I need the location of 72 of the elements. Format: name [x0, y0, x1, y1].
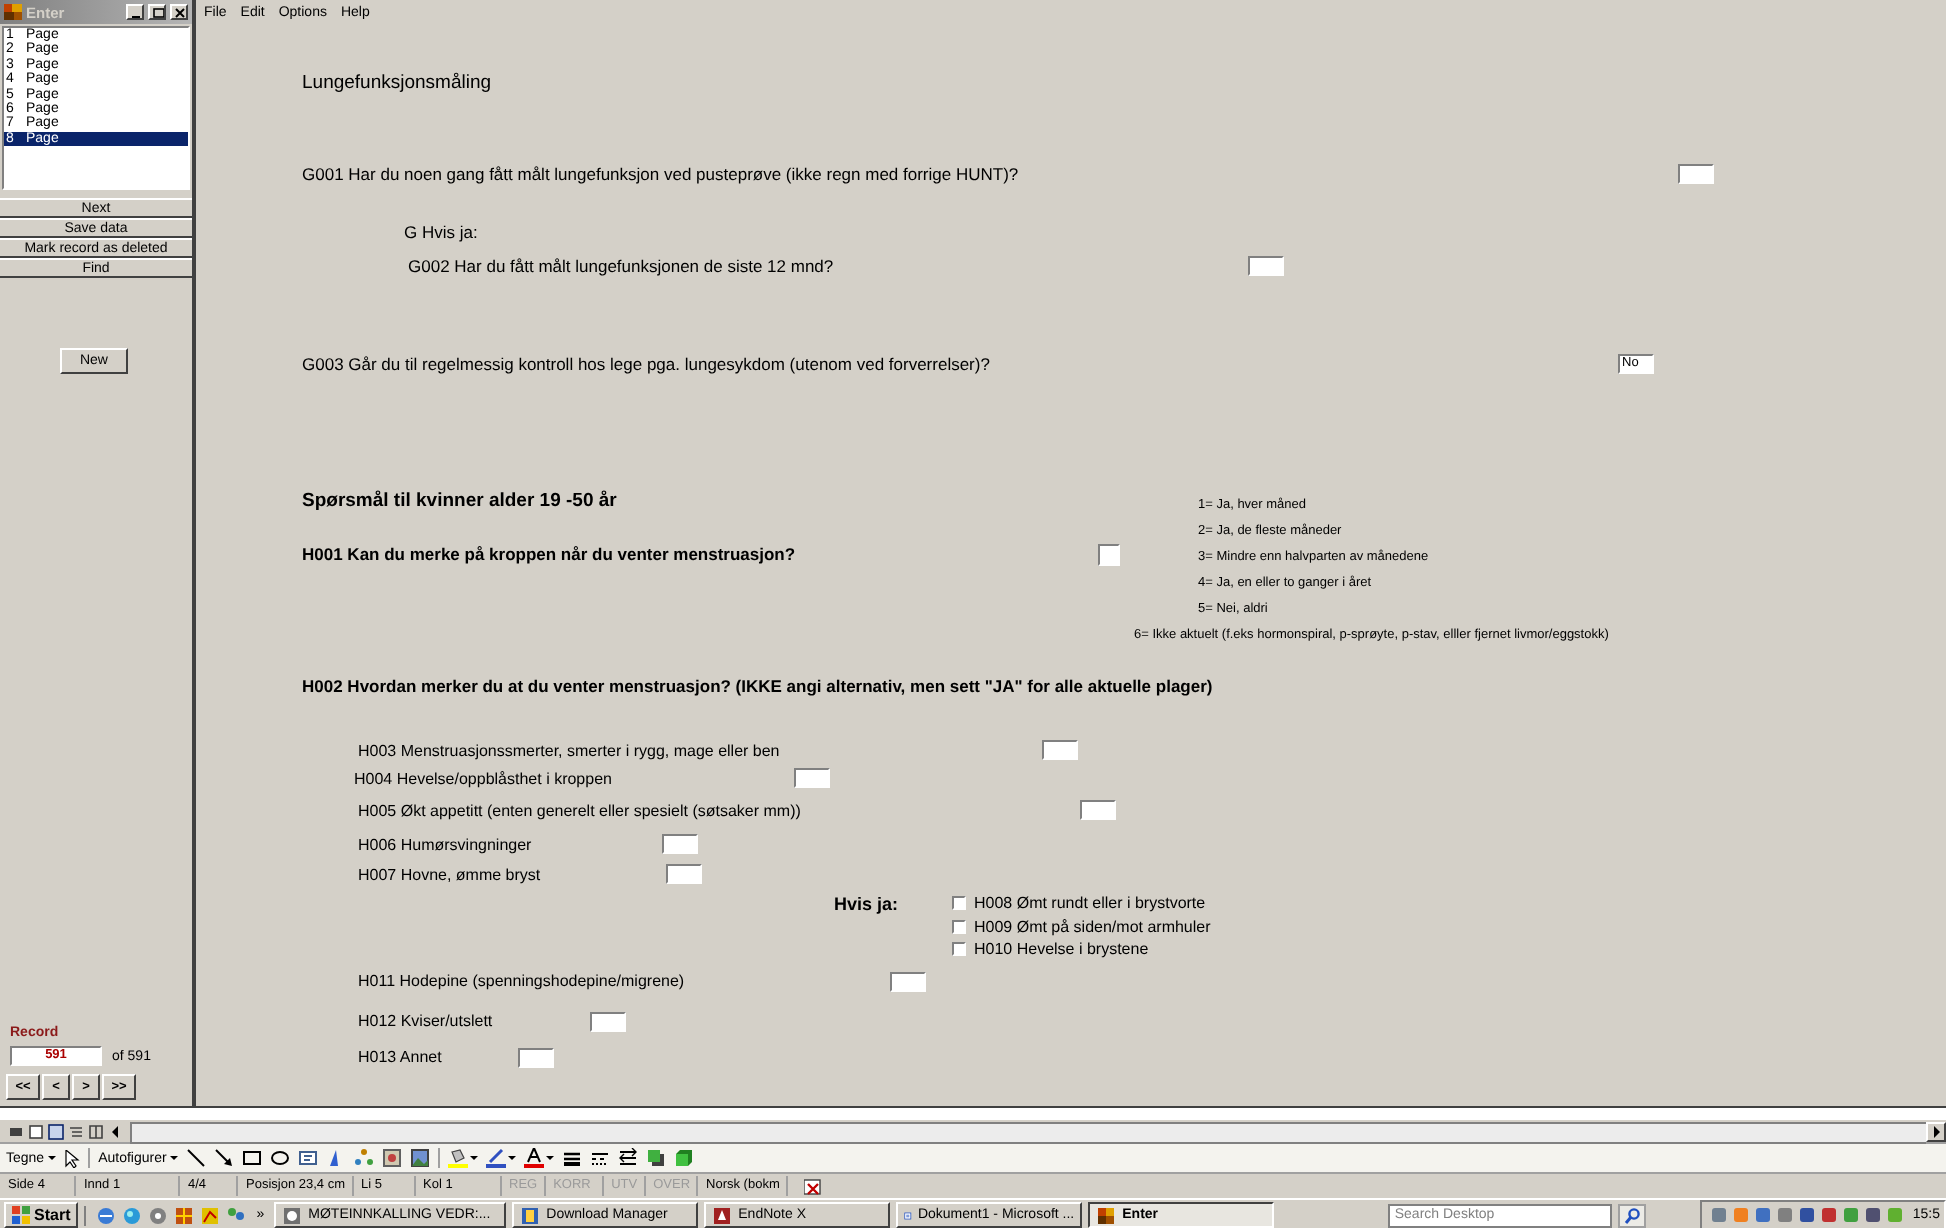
- web-view-icon[interactable]: [28, 1124, 44, 1140]
- checkbox[interactable]: [1098, 543, 1120, 565]
- reading-view-icon[interactable]: [88, 1124, 104, 1140]
- windows-logo-icon: [12, 1206, 30, 1224]
- checkbox-label: H008 Ømt rundt eller i brystvorte: [974, 894, 1206, 913]
- window-icon: [712, 1205, 733, 1225]
- app-icon: [1096, 1205, 1117, 1225]
- input-field[interactable]: [890, 971, 926, 991]
- question-text: H005 Økt appetitt (enten generelt eller spesielt (søtsaker mm)): [358, 801, 803, 819]
- oval-icon[interactable]: [270, 1148, 291, 1168]
- print-view-icon[interactable]: [48, 1124, 64, 1140]
- caret-icon[interactable]: [508, 1156, 517, 1160]
- section-heading: Spørsmål til kvinner alder 19 -50 år: [302, 489, 617, 511]
- caret-icon[interactable]: [546, 1156, 555, 1160]
- input-field[interactable]: [590, 1011, 626, 1031]
- scroll-left-icon[interactable]: [108, 1124, 122, 1140]
- checkbox[interactable]: [952, 896, 966, 911]
- checkbox-label: H010 Hevelse i brystene: [974, 940, 1149, 959]
- clip-art-icon[interactable]: [382, 1148, 403, 1168]
- question-text: H003 Menstruasjonssmerter, smerter i rygg, mage eller ben: [358, 741, 782, 759]
- input-field[interactable]: [666, 864, 702, 884]
- input-field[interactable]: [662, 834, 698, 854]
- question-text: G002 Har du fått målt lungefunksjonen de siste 12 mnd?: [408, 256, 836, 276]
- line-icon[interactable]: [186, 1148, 207, 1168]
- question-text: G001 Har du noen gang fått målt lungefunksjon ved pusteprøve (ikke regn med forrige HUNT)?: [302, 164, 1021, 184]
- question-text: H013 Annet: [358, 1048, 444, 1066]
- search-button[interactable]: [1618, 1203, 1647, 1227]
- line-color-icon[interactable]: [486, 1148, 507, 1168]
- question-label: Hvis ja:: [834, 892, 901, 916]
- caret-icon: [48, 1156, 57, 1160]
- input-field[interactable]: [1678, 164, 1714, 184]
- question-text: H007 Hovne, ømme bryst: [358, 865, 543, 883]
- question-text: H002 Hvordan merker du at du venter menstruasjon? (IKKE angi alternativ, men sett "JA" for alle aktuelle plager): [302, 676, 1213, 696]
- text-box-icon[interactable]: [298, 1148, 319, 1168]
- window-icon: [282, 1205, 303, 1225]
- question-text: H006 Humørsvingninger: [358, 835, 534, 853]
- caret-icon: [170, 1156, 179, 1160]
- caret-icon[interactable]: [470, 1156, 479, 1160]
- scroll-right-icon[interactable]: [1931, 1126, 1941, 1138]
- input-field[interactable]: [518, 1047, 554, 1067]
- dash-style-icon[interactable]: [590, 1148, 611, 1168]
- rectangle-icon[interactable]: [242, 1148, 263, 1168]
- question-label: G Hvis ja:: [404, 222, 478, 242]
- input-field[interactable]: [1248, 256, 1284, 276]
- picture-icon[interactable]: [410, 1148, 431, 1168]
- normal-view-icon[interactable]: [8, 1124, 24, 1140]
- line-style-icon[interactable]: [562, 1148, 583, 1168]
- question-text: H011 Hodepine (spenningshodepine/migrene): [358, 972, 687, 990]
- fill-color-icon[interactable]: [448, 1148, 469, 1168]
- checkbox[interactable]: [952, 919, 966, 934]
- input-field[interactable]: [1042, 740, 1078, 760]
- three-d-icon[interactable]: [674, 1148, 695, 1168]
- diagram-icon[interactable]: [354, 1148, 375, 1168]
- scrollbar[interactable]: [130, 1122, 1926, 1144]
- input-field[interactable]: [1080, 800, 1116, 820]
- question-text: G003 Går du til regelmessig kontroll hos lege pga. lungesykdom (utenom ved forverrelser)?: [302, 354, 992, 374]
- question-text: H001 Kan du merke på kroppen når du venter menstruasjon?: [302, 544, 798, 564]
- start-button[interactable]: Start: [4, 1202, 79, 1228]
- form-title: Lungefunksjonsmåling: [302, 71, 492, 93]
- checkbox-label: H009 Ømt på siden/mot armhuler: [974, 917, 1211, 936]
- pointer-icon[interactable]: [64, 1149, 81, 1167]
- font-color-icon[interactable]: [524, 1148, 545, 1168]
- question-text: H012 Kviser/utslett: [358, 1012, 495, 1030]
- arrow-style-icon[interactable]: [618, 1148, 639, 1168]
- outline-view-icon[interactable]: [68, 1124, 84, 1140]
- window-icon: [520, 1205, 541, 1225]
- input-field[interactable]: [794, 768, 830, 788]
- app-icon: [4, 4, 22, 20]
- shadow-icon[interactable]: [646, 1148, 667, 1168]
- arrow-icon[interactable]: [214, 1148, 235, 1168]
- checkbox[interactable]: [952, 942, 966, 957]
- question-text: H004 Hevelse/oppblåsthet i kroppen: [354, 769, 614, 787]
